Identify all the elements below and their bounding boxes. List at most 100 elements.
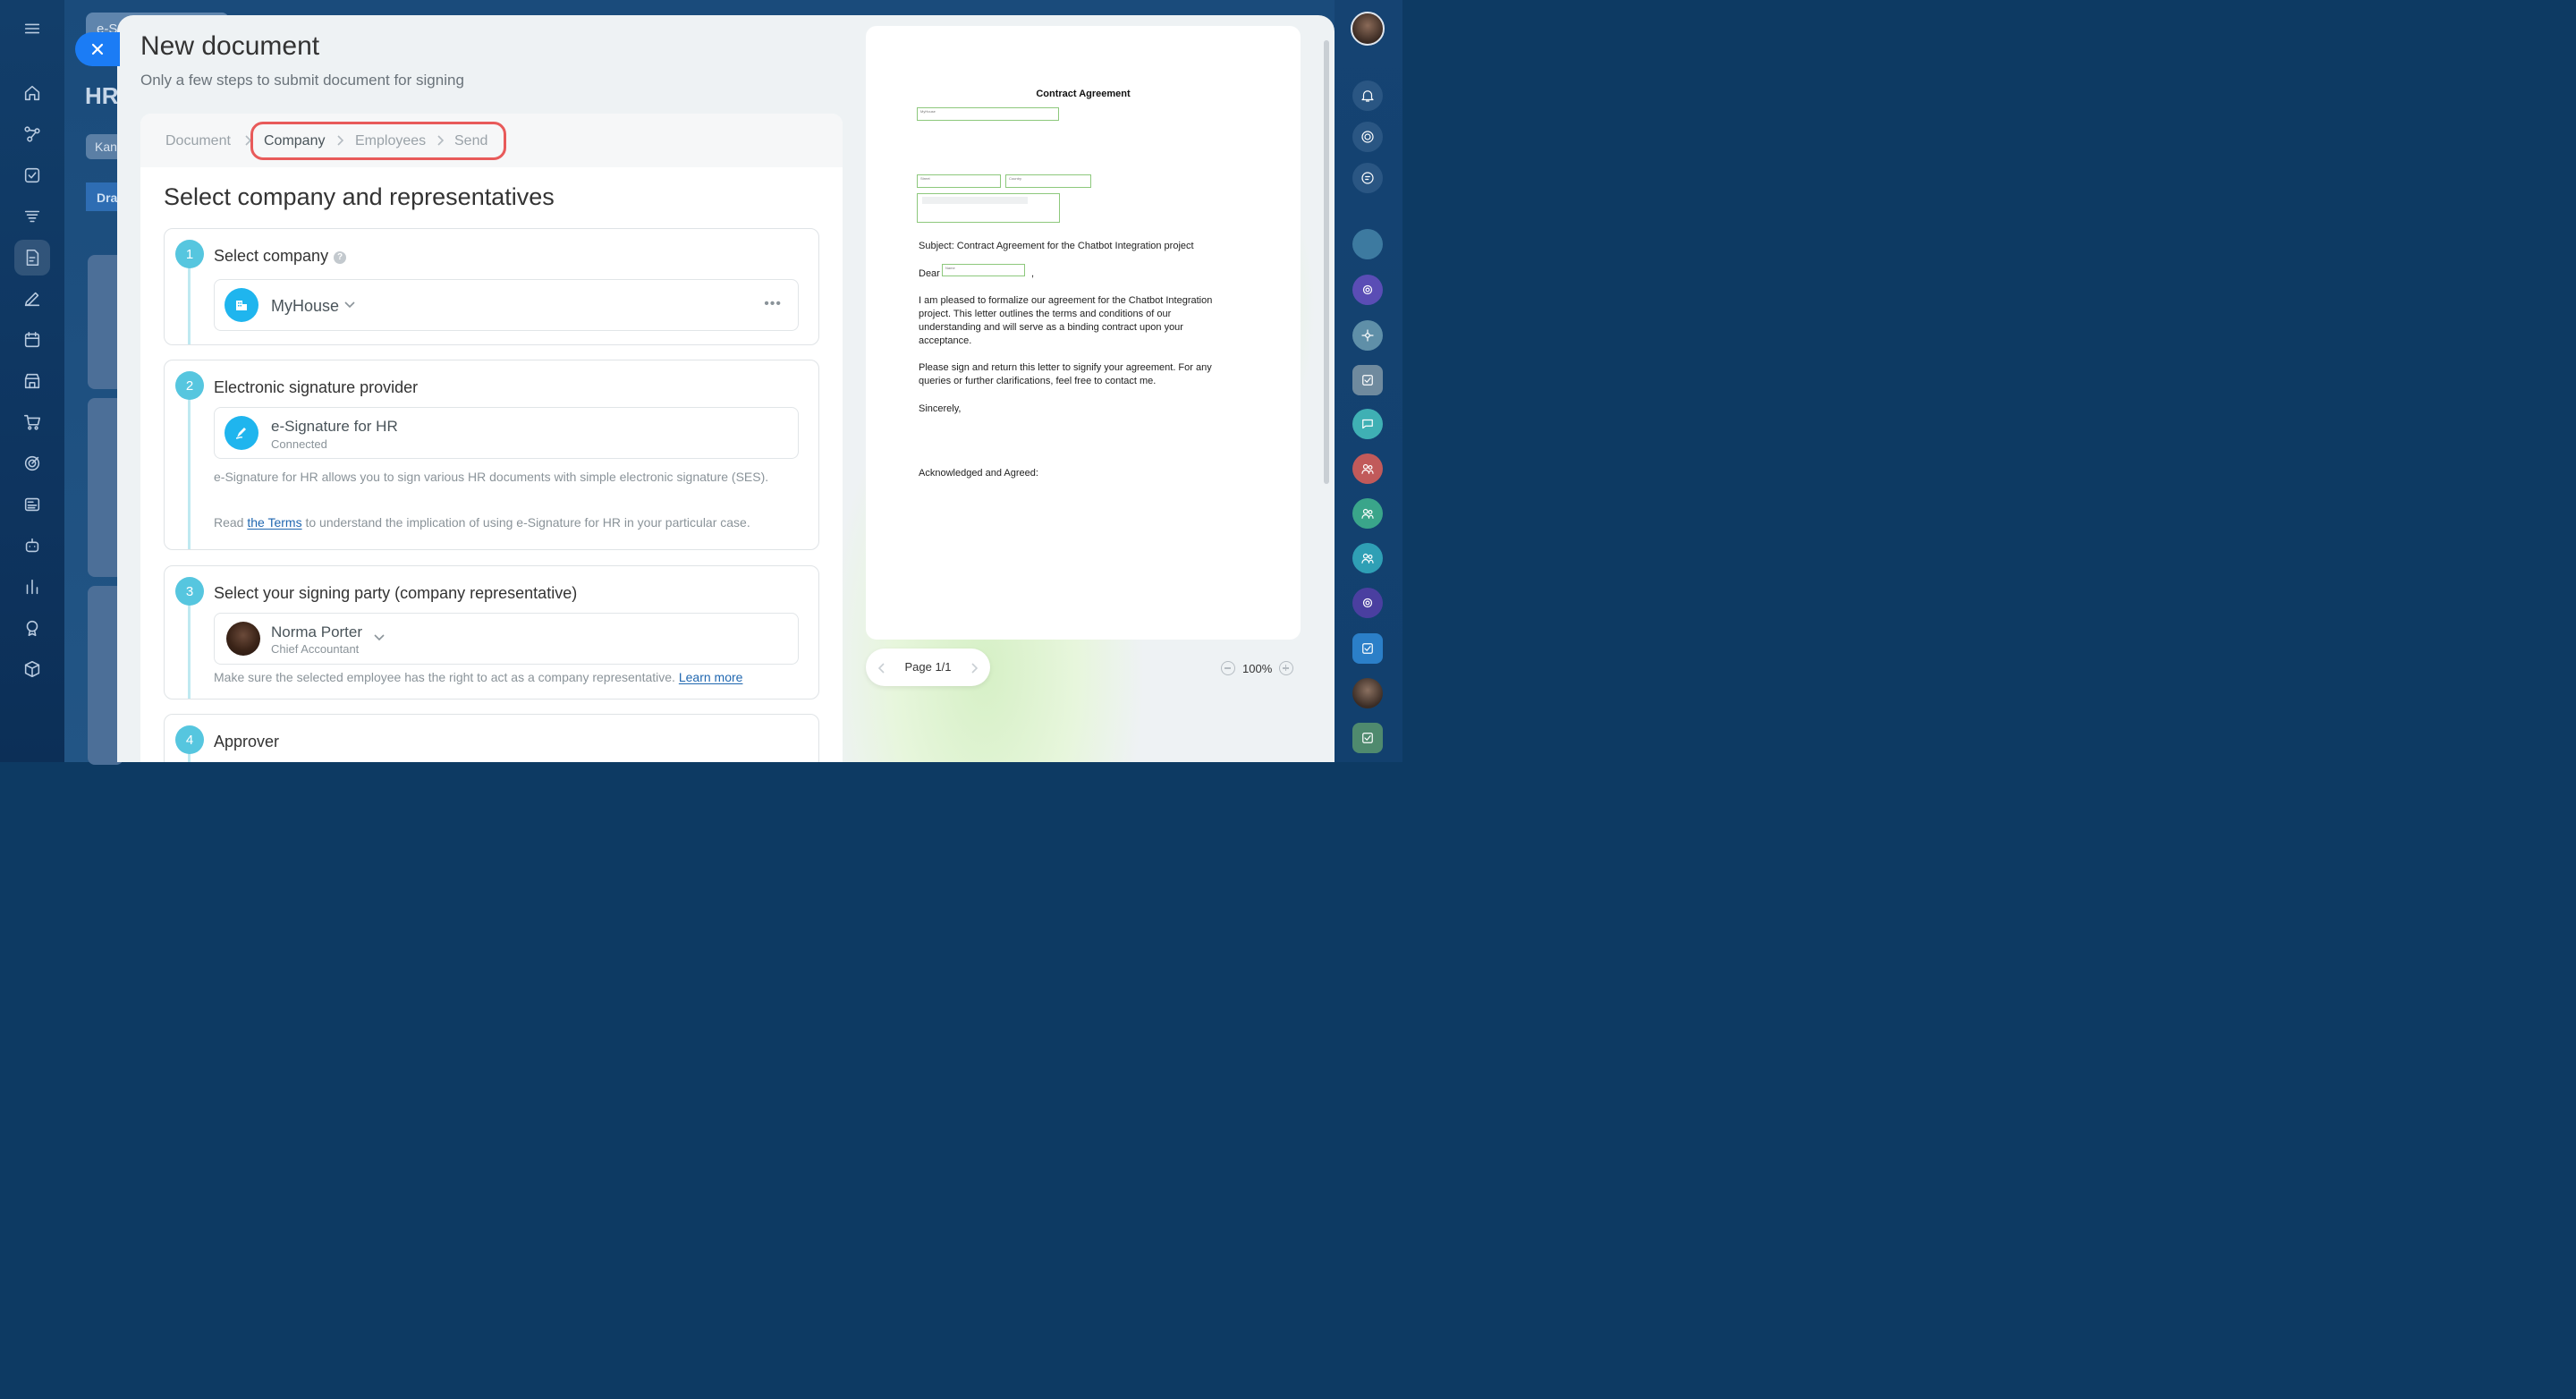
representative-name: Norma Porter [271, 623, 363, 640]
field-label: MyHouse [920, 109, 936, 114]
task-chat-icon[interactable] [1352, 365, 1383, 395]
doc-field-name[interactable]: Name [942, 264, 1025, 276]
representative-note: Make sure the selected employee has the … [214, 670, 822, 685]
note-text: Make sure the selected employee has the … [214, 670, 675, 684]
card-title: Electronic signature provider [214, 378, 419, 396]
terms-prefix: Read [214, 515, 244, 530]
copilot-chat-icon[interactable] [1352, 588, 1383, 618]
signature-pen-icon [225, 416, 258, 450]
copilot-chat-icon[interactable] [1352, 275, 1383, 305]
doc-acknowledged: Acknowledged and Agreed: [919, 468, 1038, 479]
avatar [226, 622, 260, 656]
card-title: Select company? [214, 247, 347, 266]
doc-paragraph-1: I am pleased to formalize our agreement … [919, 295, 1213, 346]
copilot-icon[interactable] [1352, 122, 1383, 152]
group-icon[interactable] [1352, 543, 1383, 573]
provider-status: Connected [271, 437, 327, 451]
funnel-icon[interactable] [14, 199, 50, 234]
modal-title: New document [140, 31, 320, 61]
building-icon [225, 288, 258, 322]
bell-icon[interactable] [1352, 81, 1383, 111]
step-rail [188, 591, 191, 699]
field-placeholder [922, 197, 1028, 204]
learn-more-link[interactable]: Learn more [679, 670, 743, 684]
doc-closing: Sincerely, [919, 403, 962, 414]
analytics-icon[interactable] [14, 569, 50, 605]
company-name: MyHouse [271, 297, 340, 315]
representative-selector[interactable]: Norma Porter Chief Accountant [214, 613, 799, 665]
doc-paragraph-2: Please sign and return this letter to si… [919, 362, 1212, 386]
next-page-icon[interactable] [970, 662, 979, 674]
card-title-text: Select company [214, 247, 329, 265]
field-label: Country [1009, 176, 1022, 181]
doc-dear-suffix: , [1031, 268, 1035, 279]
select-company-card: 1 Select company? MyHouse ••• [164, 228, 819, 345]
zoom-control: 100% [1221, 659, 1294, 677]
search-chat-icon[interactable] [1352, 163, 1383, 193]
more-options-icon[interactable]: ••• [764, 296, 782, 312]
terms-link[interactable]: the Terms [247, 515, 301, 530]
background-column-header: Dra [86, 182, 122, 211]
section-title: Select company and representatives [164, 183, 555, 210]
doc-field-country[interactable]: Country [1005, 174, 1091, 188]
preview-scrollbar[interactable] [1324, 40, 1329, 484]
menu-icon[interactable] [14, 11, 50, 47]
chevron-down-icon[interactable] [374, 634, 385, 641]
target-icon[interactable] [14, 445, 50, 481]
approver-card: 4 Approver [164, 714, 819, 762]
robot-icon[interactable] [14, 528, 50, 564]
store-icon[interactable] [14, 363, 50, 399]
contact-avatar[interactable] [1352, 678, 1383, 708]
representative-role: Chief Accountant [271, 642, 360, 656]
doc-field-street[interactable]: Street [917, 174, 1001, 188]
close-modal-button[interactable] [75, 32, 120, 66]
news-icon[interactable] [14, 487, 50, 522]
signing-party-card: 3 Select your signing party (company rep… [164, 565, 819, 700]
doc-field-company[interactable]: MyHouse [917, 107, 1059, 121]
sign-document-icon[interactable] [14, 240, 50, 276]
background-page-title: HR [85, 82, 119, 109]
provider-terms: Read the Terms to understand the implica… [214, 515, 822, 530]
step-number: 2 [175, 371, 204, 400]
crm-icon[interactable] [14, 116, 50, 152]
zoom-level: 100% [1242, 661, 1273, 675]
step-rail [188, 386, 191, 549]
company-selector[interactable]: MyHouse ••• [214, 279, 799, 331]
terms-suffix: to understand the implication of using e… [305, 515, 750, 530]
step-highlight [250, 122, 506, 160]
doc-title: Contract Agreement [1036, 89, 1131, 99]
badge-icon[interactable] [14, 610, 50, 646]
step-document[interactable]: Document [165, 133, 231, 149]
calendar-icon[interactable] [14, 322, 50, 358]
task-chat-icon[interactable] [1352, 723, 1383, 753]
card-title: Select your signing party (company repre… [214, 584, 578, 602]
doc-field-address[interactable] [917, 193, 1060, 223]
pen-icon[interactable] [14, 281, 50, 317]
network-icon[interactable] [1352, 320, 1383, 351]
cube-icon[interactable] [14, 651, 50, 687]
group-icon[interactable] [1352, 498, 1383, 529]
home-icon[interactable] [14, 75, 50, 111]
card-title: Approver [214, 733, 280, 750]
form-panel: Document Company Employees Send Select c… [140, 114, 843, 762]
cart-icon[interactable] [14, 404, 50, 440]
zoom-out-icon[interactable] [1221, 661, 1235, 675]
step-number: 3 [175, 577, 204, 606]
zoom-in-icon[interactable] [1279, 661, 1294, 675]
group-icon[interactable] [1352, 454, 1383, 484]
document-preview: Contract Agreement MyHouse Street Countr… [866, 26, 1301, 640]
message-icon[interactable] [1352, 409, 1383, 439]
modal-subtitle: Only a few steps to submit document for … [140, 72, 464, 89]
left-sidebar [0, 0, 64, 762]
right-sidebar [1335, 0, 1402, 762]
help-icon[interactable]: ? [334, 250, 347, 264]
signature-provider-card: 2 Electronic signature provider e-Signat… [164, 360, 819, 550]
chevron-down-icon[interactable] [344, 301, 355, 309]
tasks-icon[interactable] [14, 157, 50, 193]
contact-avatar[interactable] [1352, 229, 1383, 259]
task-chat-icon[interactable] [1352, 633, 1383, 664]
stepper: Document Company Employees Send [140, 114, 843, 167]
provider-box: e-Signature for HR Connected [214, 407, 799, 459]
user-avatar[interactable] [1351, 12, 1385, 46]
new-document-modal: New document Only a few steps to submit … [117, 15, 1335, 762]
